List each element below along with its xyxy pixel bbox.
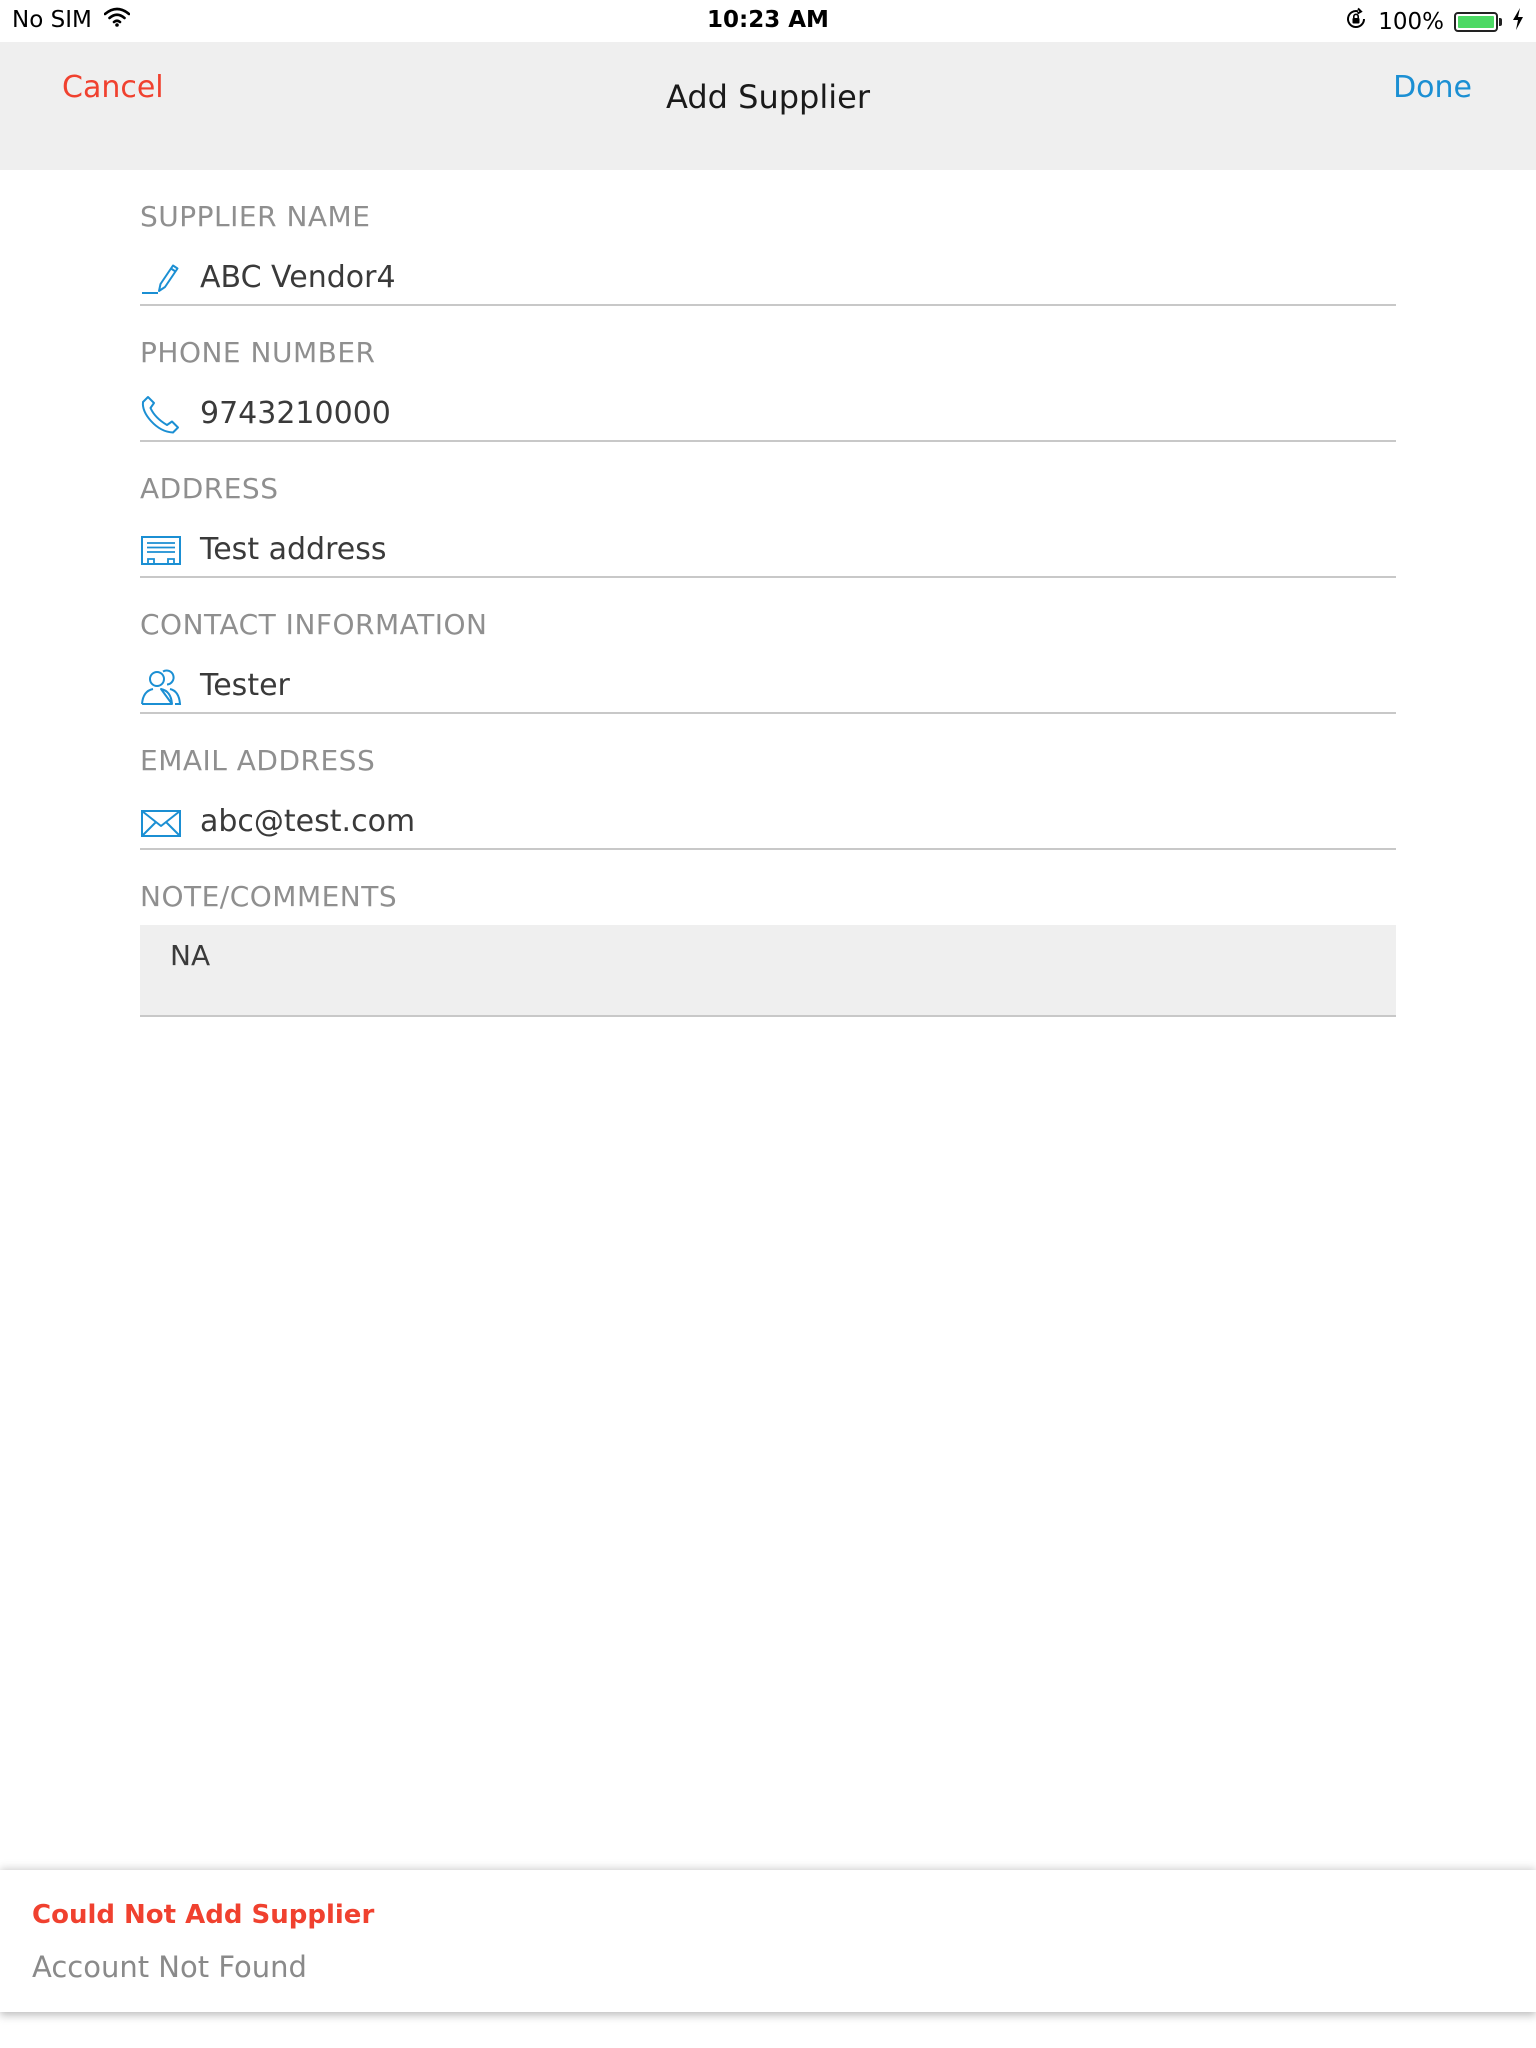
pencil-icon: [140, 258, 182, 300]
status-right: 100%: [1344, 7, 1524, 37]
charging-bolt-icon: [1512, 8, 1524, 36]
toast-title: Could Not Add Supplier: [32, 1900, 375, 1930]
battery-level: [1458, 16, 1494, 28]
phone-icon: [140, 394, 182, 436]
error-toast[interactable]: Could Not Add Supplier Account Not Found: [0, 1870, 1536, 2012]
address-value: Test address: [200, 532, 387, 567]
page-title: Add Supplier: [666, 78, 870, 116]
supplier-name-value: ABC Vendor4: [200, 260, 396, 295]
address-card-icon: [140, 530, 182, 572]
email-address-field: EMAIL ADDRESS abc@test.com: [140, 714, 1396, 850]
supplier-name-label: SUPPLIER NAME: [140, 200, 371, 233]
contact-information-value: Tester: [200, 668, 290, 703]
battery-percent: 100%: [1378, 9, 1444, 35]
status-bar: No SIM 10:23 AM 100%: [0, 0, 1536, 42]
phone-number-label: PHONE NUMBER: [140, 336, 376, 369]
rotation-lock-icon: [1344, 7, 1368, 37]
contact-information-label: CONTACT INFORMATION: [140, 608, 488, 641]
envelope-icon: [140, 802, 182, 844]
contact-information-field: CONTACT INFORMATION Tester: [140, 578, 1396, 714]
done-button[interactable]: Done: [1393, 70, 1472, 105]
email-address-input[interactable]: abc@test.com: [140, 794, 1396, 850]
contacts-icon: [140, 666, 182, 708]
supplier-name-input[interactable]: ABC Vendor4: [140, 250, 1396, 306]
supplier-name-field: SUPPLIER NAME ABC Vendor4: [140, 170, 1396, 306]
note-comments-label: NOTE/COMMENTS: [140, 880, 398, 913]
supplier-form: SUPPLIER NAME ABC Vendor4 PHONE NUMBER 9…: [140, 170, 1396, 1017]
phone-number-field: PHONE NUMBER 9743210000: [140, 306, 1396, 442]
contact-information-input[interactable]: Tester: [140, 658, 1396, 714]
note-comments-field: NOTE/COMMENTS: [140, 850, 1396, 925]
toast-message: Account Not Found: [32, 1950, 307, 1984]
battery-icon: [1454, 12, 1502, 32]
phone-number-value: 9743210000: [200, 396, 391, 431]
note-comments-value: NA: [170, 939, 211, 972]
note-comments-input[interactable]: NA: [140, 925, 1396, 1017]
status-time: 10:23 AM: [707, 7, 829, 33]
email-address-value: abc@test.com: [200, 804, 416, 839]
address-field: ADDRESS Test address: [140, 442, 1396, 578]
email-address-label: EMAIL ADDRESS: [140, 744, 376, 777]
nav-bar: Cancel Add Supplier Done: [0, 42, 1536, 170]
address-label: ADDRESS: [140, 472, 279, 505]
address-input[interactable]: Test address: [140, 522, 1396, 578]
phone-number-input[interactable]: 9743210000: [140, 386, 1396, 442]
